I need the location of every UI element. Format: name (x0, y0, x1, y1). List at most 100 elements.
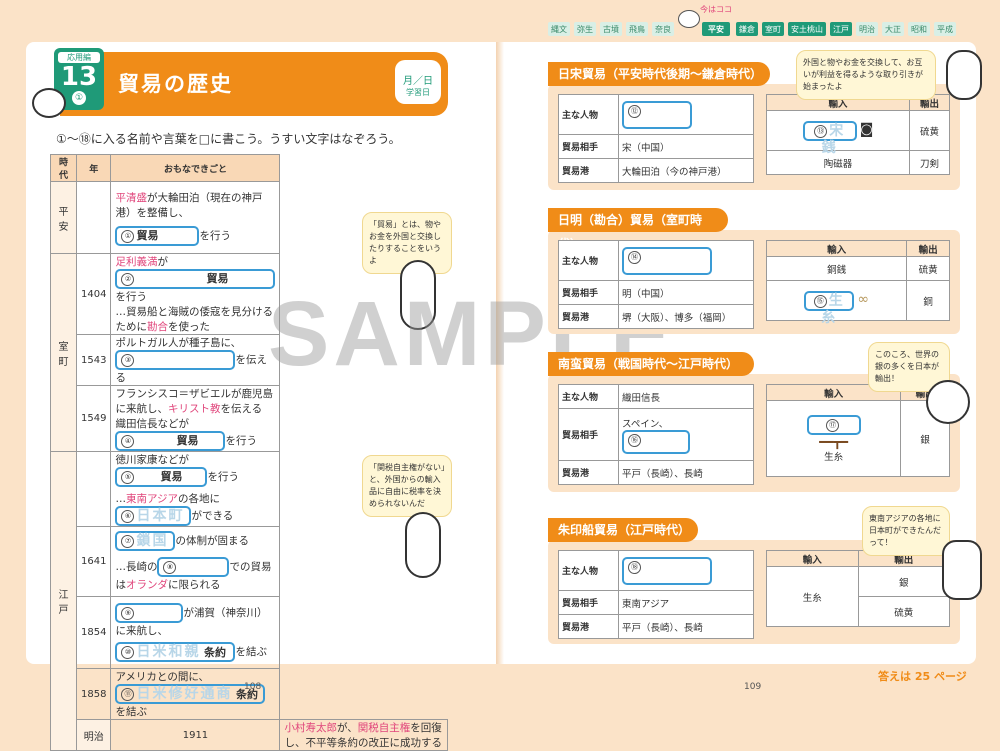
year-cell: 1549 (75, 385, 112, 452)
timeline-item: 奈良 (652, 22, 674, 36)
blank-word: 貿易 (160, 470, 183, 483)
answer-blank-17[interactable]: ⑰ (806, 414, 861, 435)
answer-blank-9[interactable]: ⑨ (115, 603, 184, 623)
blank-number: ④ (121, 435, 135, 448)
event-text: 小村寿太郎 (284, 722, 337, 734)
timeline-item: 古墳 (600, 22, 622, 36)
table-row: 足利義満が② 貿易を行う …貿易船と海賊の倭寇を見分けるために勘合を使った (110, 253, 281, 335)
label: 貿易港 (558, 304, 619, 329)
event-text: ポルトガル人が種子島に、 (115, 337, 242, 349)
trace-text: 鎖国 (136, 533, 169, 549)
export-item: 刀剣 (909, 150, 950, 175)
section-title: 南蛮貿易（戦国時代～江戸時代） (548, 352, 754, 376)
answer-blank-6[interactable]: ⑥ 日本町 (115, 506, 192, 526)
event-text: の各地に (178, 493, 221, 505)
answer-blank-12[interactable]: ⑫ (622, 100, 692, 129)
lesson-number: 13 (60, 62, 98, 92)
rabbit-mascot-icon (405, 512, 441, 578)
event-text: 関税自主権 (357, 722, 411, 734)
bear-mascot-icon (926, 380, 970, 424)
era-cell: 明治 (75, 719, 112, 751)
answer-blank-11[interactable]: ⑪ 日米修好通商 条約 (115, 684, 266, 704)
import-item: 生糸 (824, 451, 844, 463)
export-item: 硫黄 (857, 596, 950, 627)
answer-blank-5[interactable]: ⑤ 貿易 (115, 467, 208, 487)
event-text: が、 (336, 722, 358, 734)
event-text: を行う (207, 471, 239, 483)
export-item: 銀 (857, 566, 950, 597)
blank-number: ⑭ (628, 250, 641, 264)
value: 東南アジア (618, 590, 754, 615)
event-text: …長崎の (115, 561, 158, 573)
blank-number: ⑧ (163, 561, 177, 574)
table-row: ポルトガル人が種子島に、③ を伝える (110, 334, 281, 386)
section-title: 朱印船貿易（江戸時代） (548, 518, 698, 542)
blank-number: ⑱ (628, 560, 641, 574)
blank-word: 貿易 (136, 228, 159, 242)
label: 貿易相手 (558, 408, 619, 461)
blank-number: ⑨ (121, 607, 135, 620)
speech-bubble: 外国と物やお金を交換して、お互いが利益を得るような取り引きが始まったよ (796, 50, 936, 100)
year-cell: 1404 (75, 253, 112, 335)
import-item: 陶磁器 (765, 150, 911, 175)
value: 大輪田泊（今の神戸港） (618, 158, 754, 183)
blank-word: 貿易 (176, 434, 199, 447)
answer-blank-2[interactable]: ② 貿易 (115, 269, 276, 289)
label: 貿易港 (558, 460, 619, 485)
answer-reference: 答えは 25 ページ (878, 670, 967, 683)
answer-blank-4[interactable]: ④ 貿易 (115, 431, 226, 451)
date-label: 学習日 (406, 88, 430, 97)
event-text: 織田信長などが (115, 418, 189, 430)
current-marker-label: 今はココ (700, 5, 732, 14)
event-text: 徳川家康などが (115, 454, 189, 466)
trace-text: 日米和親 (136, 644, 201, 660)
table-row: 小村寿太郎が、関税自主権を回復し、不平等条約の改正に成功する (279, 719, 448, 751)
trade-goods-table: 輸入 輸出 ⑰ ━━┳━ 生糸銀 (765, 384, 950, 477)
trade-goods-table: 輸入 輸出 銅銭 硫黄 ⑮ 生糸 ∞ 銅 (765, 240, 950, 326)
event-text: 東南アジア (125, 493, 179, 505)
silk-icon: ∞ (857, 291, 869, 307)
trade-goods-table: 輸入 輸出 生糸銀 硫黄 (766, 550, 950, 627)
mascot-icon (678, 10, 700, 28)
value: 平戸（長崎）、長崎 (618, 460, 754, 485)
value: 織田信長 (618, 384, 754, 409)
answer-blank-10[interactable]: ⑩ 日米和親 条約 (115, 642, 236, 662)
answer-blank-16[interactable]: ⑯ (622, 429, 690, 454)
answer-blank-3[interactable]: ③ (115, 350, 236, 370)
event-text: が (157, 256, 168, 268)
study-date-box[interactable]: 月／日 学習日 (395, 60, 441, 104)
timeline-item: 昭和 (908, 22, 930, 36)
table-row: ⑨ が浦賀（神奈川）に来航し、 ⑩ 日米和親 条約 を結ぶ (110, 596, 281, 669)
answer-blank-15[interactable]: ⑮ 生糸 (804, 290, 855, 326)
col-era: 時代 (50, 154, 77, 182)
section-title: 日明（勘合）貿易（室町時代） (548, 208, 728, 251)
speech-bubble: 東南アジアの各地に日本町ができたんだって！ (862, 506, 950, 556)
era-cell: 室町 (50, 253, 77, 452)
col-import: 輸入 (766, 550, 859, 567)
event-text: アメリカとの間に、 (115, 671, 210, 683)
blank-number: ⑯ (628, 433, 641, 447)
blank-number: ⑰ (826, 418, 840, 432)
export-item: 銅 (906, 280, 950, 321)
blank-number: ⑤ (121, 471, 135, 484)
answer-blank-8[interactable]: ⑧ (157, 557, 230, 577)
answer-blank-7[interactable]: ⑦ 鎖国 (115, 531, 176, 551)
label: 貿易相手 (558, 280, 619, 305)
event-text: の体制が固まる (175, 535, 249, 547)
blank-number: ⑬ (814, 124, 828, 138)
answer-blank-13[interactable]: ⑬ 宋銭 (802, 120, 857, 156)
timeline-item: 大正 (882, 22, 904, 36)
label: 貿易相手 (558, 134, 619, 159)
answer-blank-1[interactable]: ① 貿易 (115, 225, 200, 246)
event-text: を行う (225, 435, 257, 447)
date-month: 月 (403, 76, 413, 87)
event-text: オランダ (125, 579, 168, 591)
timeline-item-current: 平安 (702, 22, 730, 36)
page-number-right: 109 (744, 682, 762, 692)
event-text: を伝える (220, 403, 263, 415)
answer-blank-18[interactable]: ⑱ (622, 556, 712, 585)
event-text: ができる (191, 510, 234, 522)
answer-blank-14[interactable]: ⑭ (622, 246, 712, 275)
section-info-table: 主な人物 ⑱ 貿易相手 東南アジア 貿易港 平戸（長崎）、長崎 (558, 550, 754, 639)
page-title: 貿易の歴史 (118, 72, 233, 96)
